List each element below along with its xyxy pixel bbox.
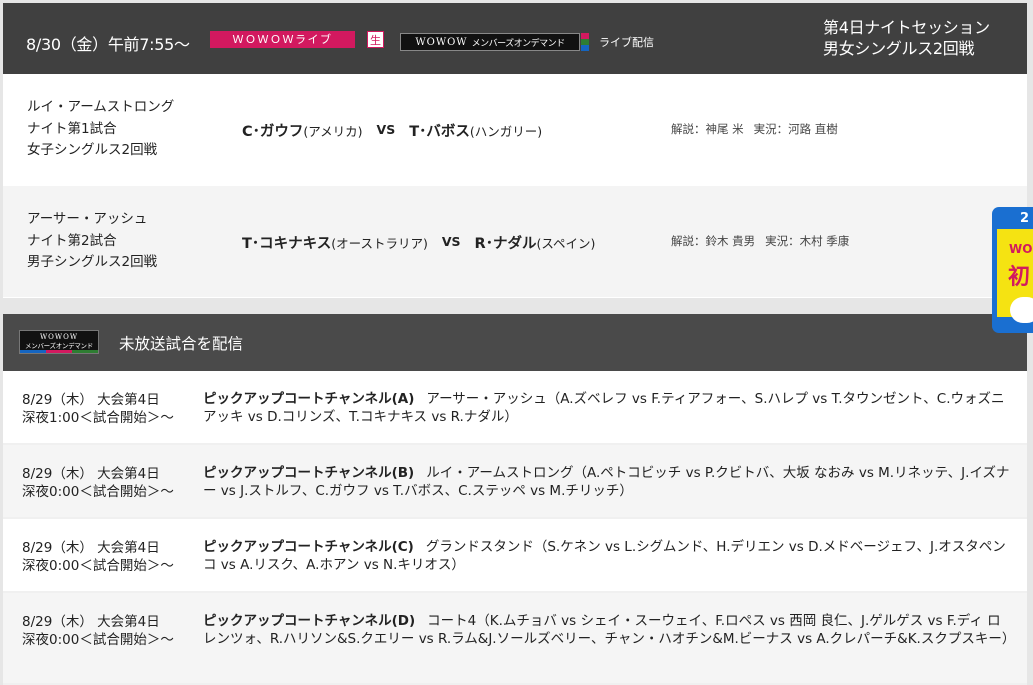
channel-description: ピックアップコートチャンネル(C) グランドスタンド（S.ケネン vs L.シグム…	[203, 539, 1006, 573]
page-content: 8/30（金）午前7:55～ ＷＯＷＯＷライブ 生 WOWOW メンバーズオンデ…	[3, 3, 1027, 685]
channel-name: ピックアップコートチャンネル(A)	[203, 391, 415, 407]
channel-description: ピックアップコートチャンネル(A) アーサー・アッシュ（A.ズベレフ vs F.テ…	[203, 391, 1005, 425]
match-players: T･コキナキス(オーストラリア) VS R･ナダル(スペイン)	[242, 234, 596, 252]
schedule-time: 8/29（木） 大会第4日 深夜0:00＜試合開始＞～	[22, 466, 174, 500]
player-1: T･コキナキス	[242, 236, 332, 252]
broadcast-date: 8/30（金）午前7:55～	[26, 35, 190, 54]
brand-color-bars	[581, 33, 589, 51]
ondemand-title: 未放送試合を配信	[119, 335, 244, 353]
channel-name: ピックアップコートチャンネル(B)	[203, 465, 415, 481]
channel-name: ピックアップコートチャンネル(C)	[203, 539, 414, 555]
ondemand-logo: WOWOW メンバーズオンデマンド	[19, 330, 99, 354]
match-info: ルイ・アームストロング ナイト第1試合 女子シングルス2回戦	[27, 99, 175, 158]
vs-label: VS	[376, 122, 396, 137]
player-1: C･ガウフ	[242, 124, 304, 140]
channel-name: ピックアップコートチャンネル(D)	[203, 613, 416, 629]
player-2: R･ナダル	[474, 236, 537, 252]
commentary-info: 解説：鈴木 貴男 実況：木村 季康	[671, 234, 850, 248]
list-item: 8/29（木） 大会第4日 深夜1:00＜試合開始＞～ ピックアップコートチャン…	[3, 371, 1027, 445]
brand-color-bars	[20, 350, 98, 353]
schedule-time: 8/29（木） 大会第4日 深夜0:00＜試合開始＞～	[22, 614, 174, 648]
live-stream-label: ライブ配信	[599, 36, 654, 49]
channel-description: ピックアップコートチャンネル(D) コート4（K.ムチョバ vs シェイ・スーウェ…	[203, 613, 1016, 647]
list-item: 8/29（木） 大会第4日 深夜0:00＜試合開始＞～ ピックアップコートチャン…	[3, 519, 1027, 593]
match-row: ルイ・アームストロング ナイト第1試合 女子シングルス2回戦 C･ガウフ(アメリ…	[3, 74, 1027, 186]
match-row: アーサー・アッシュ ナイト第2試合 男子シングルス2回戦 T･コキナキス(オース…	[3, 186, 1027, 298]
broadcast-header: 8/30（金）午前7:55～ ＷＯＷＯＷライブ 生 WOWOW メンバーズオンデ…	[3, 3, 1027, 74]
list-item: 8/29（木） 大会第4日 深夜0:00＜試合開始＞～ ピックアップコートチャン…	[3, 445, 1027, 519]
list-item: 8/29（木） 大会第4日 深夜0:00＜試合開始＞～ ピックアップコートチャン…	[3, 593, 1027, 685]
channel-description: ピックアップコートチャンネル(B) ルイ・アームストロング（A.ペトコビッチ vs…	[203, 465, 1010, 499]
schedule-time: 8/29（木） 大会第4日 深夜0:00＜試合開始＞～	[22, 540, 174, 574]
side-promo-banner[interactable]: 2 WOW 初	[992, 207, 1033, 333]
schedule-time: 8/29（木） 大会第4日 深夜1:00＜試合開始＞～	[22, 392, 174, 426]
section-gap	[3, 298, 1027, 314]
ondemand-logo: WOWOW メンバーズオンデマンド	[400, 33, 580, 51]
match-info: アーサー・アッシュ ナイト第2試合 男子シングルス2回戦	[27, 211, 158, 270]
banner-button[interactable]	[1010, 297, 1033, 323]
vs-label: VS	[441, 234, 461, 249]
live-badge: 生	[367, 31, 384, 48]
commentary-info: 解説：神尾 米実況：河路 直樹	[671, 122, 838, 136]
player-2: T･バボス	[409, 124, 470, 140]
ondemand-section-header: WOWOW メンバーズオンデマンド 未放送試合を配信	[3, 314, 1027, 371]
wowow-live-badge: ＷＯＷＯＷライブ	[210, 31, 355, 48]
match-players: C･ガウフ(アメリカ) VS T･バボス(ハンガリー)	[242, 122, 543, 140]
session-title: 第4日ナイトセッション 男女シングルス2回戦	[823, 18, 990, 58]
